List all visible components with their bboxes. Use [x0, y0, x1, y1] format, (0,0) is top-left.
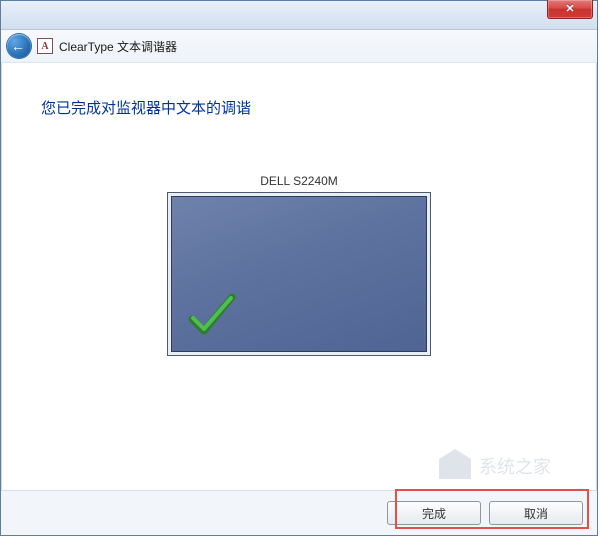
monitor-screen	[171, 196, 427, 352]
back-button[interactable]: ←	[7, 34, 31, 58]
app-icon: A	[37, 38, 53, 54]
cancel-button[interactable]: 取消	[489, 501, 583, 525]
wizard-footer: 完成 取消	[1, 490, 597, 535]
close-icon: ✕	[565, 4, 574, 15]
arrow-left-icon: ←	[11, 39, 25, 53]
nav-row: ← A ClearType 文本调谐器	[1, 30, 597, 63]
wizard-window: ✕ ← A ClearType 文本调谐器 您已完成对监视器中文本的调谐 DEL…	[0, 0, 598, 536]
monitor-name-label: DELL S2240M	[41, 174, 557, 188]
window-close-button[interactable]: ✕	[547, 0, 593, 19]
watermark: 系统之家	[437, 445, 577, 485]
titlebar: ✕	[1, 1, 597, 30]
content-area: 您已完成对监视器中文本的调谐 DELL S2240M	[1, 63, 597, 356]
svg-text:系统之家: 系统之家	[479, 457, 551, 477]
monitor-frame	[167, 192, 431, 356]
window-title: ClearType 文本调谐器	[59, 38, 177, 55]
finish-button[interactable]: 完成	[387, 501, 481, 525]
checkmark-icon	[186, 289, 238, 341]
monitor-block: DELL S2240M	[41, 174, 557, 356]
page-heading: 您已完成对监视器中文本的调谐	[41, 97, 557, 118]
